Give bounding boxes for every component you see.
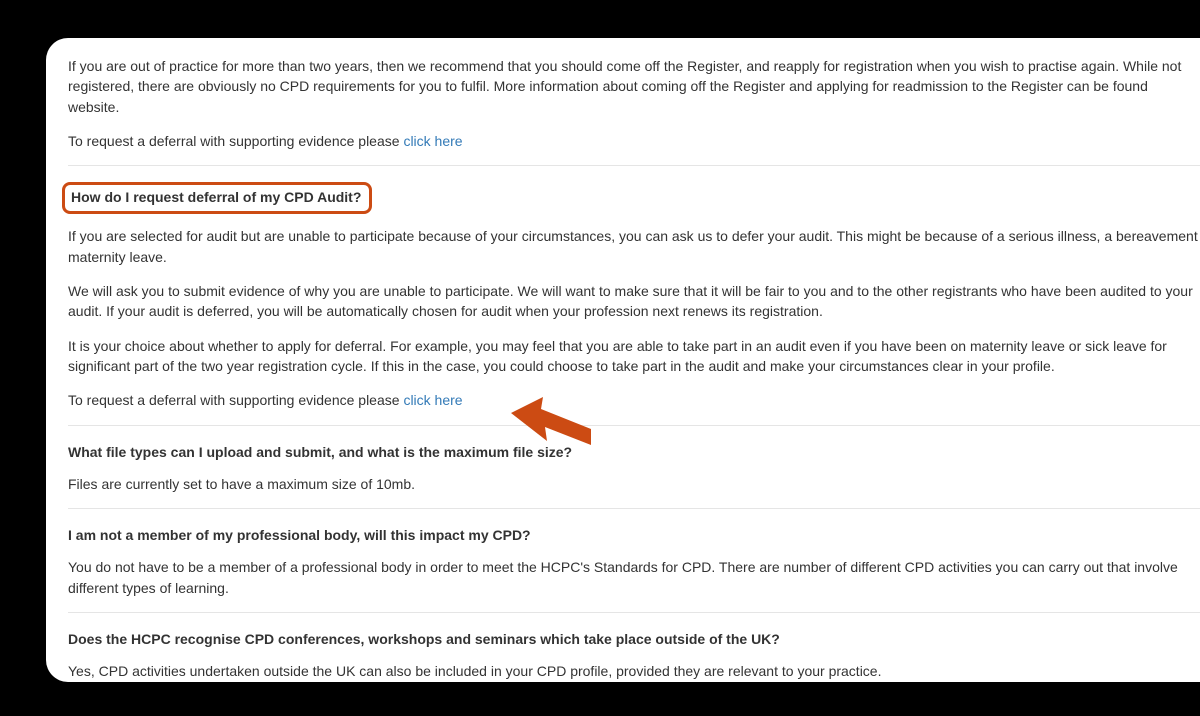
faq-question-outside-uk: Does the HCPC recognise CPD conferences,… — [68, 629, 1200, 649]
click-here-link-2[interactable]: click here — [403, 392, 462, 408]
deferral-paragraph-3: It is your choice about whether to apply… — [68, 336, 1200, 377]
deferral-paragraph-1: If you are selected for audit but are un… — [68, 226, 1200, 267]
content-area: If you are out of practice for more than… — [46, 38, 1200, 682]
divider — [68, 508, 1200, 509]
document-page: If you are out of practice for more than… — [46, 38, 1200, 682]
intro-paragraph-1: If you are out of practice for more than… — [68, 56, 1200, 117]
intro-paragraph-2: To request a deferral with supporting ev… — [68, 131, 1200, 151]
faq-question-deferral: How do I request deferral of my CPD Audi… — [71, 187, 361, 207]
outside-uk-paragraph: Yes, CPD activities undertaken outside t… — [68, 661, 1200, 681]
deferral-paragraph-4: To request a deferral with supporting ev… — [68, 390, 1200, 410]
membership-paragraph: You do not have to be a member of a prof… — [68, 557, 1200, 598]
deferral-request-prefix-2: To request a deferral with supporting ev… — [68, 392, 403, 408]
click-here-link-1[interactable]: click here — [403, 133, 462, 149]
divider — [68, 165, 1200, 166]
highlight-annotation: How do I request deferral of my CPD Audi… — [62, 182, 372, 214]
filetypes-paragraph: Files are currently set to have a maximu… — [68, 474, 1200, 494]
divider — [68, 612, 1200, 613]
faq-question-filetypes: What file types can I upload and submit,… — [68, 442, 1200, 462]
divider — [68, 425, 1200, 426]
deferral-paragraph-2: We will ask you to submit evidence of wh… — [68, 281, 1200, 322]
faq-question-membership: I am not a member of my professional bod… — [68, 525, 1200, 545]
deferral-request-prefix: To request a deferral with supporting ev… — [68, 133, 403, 149]
